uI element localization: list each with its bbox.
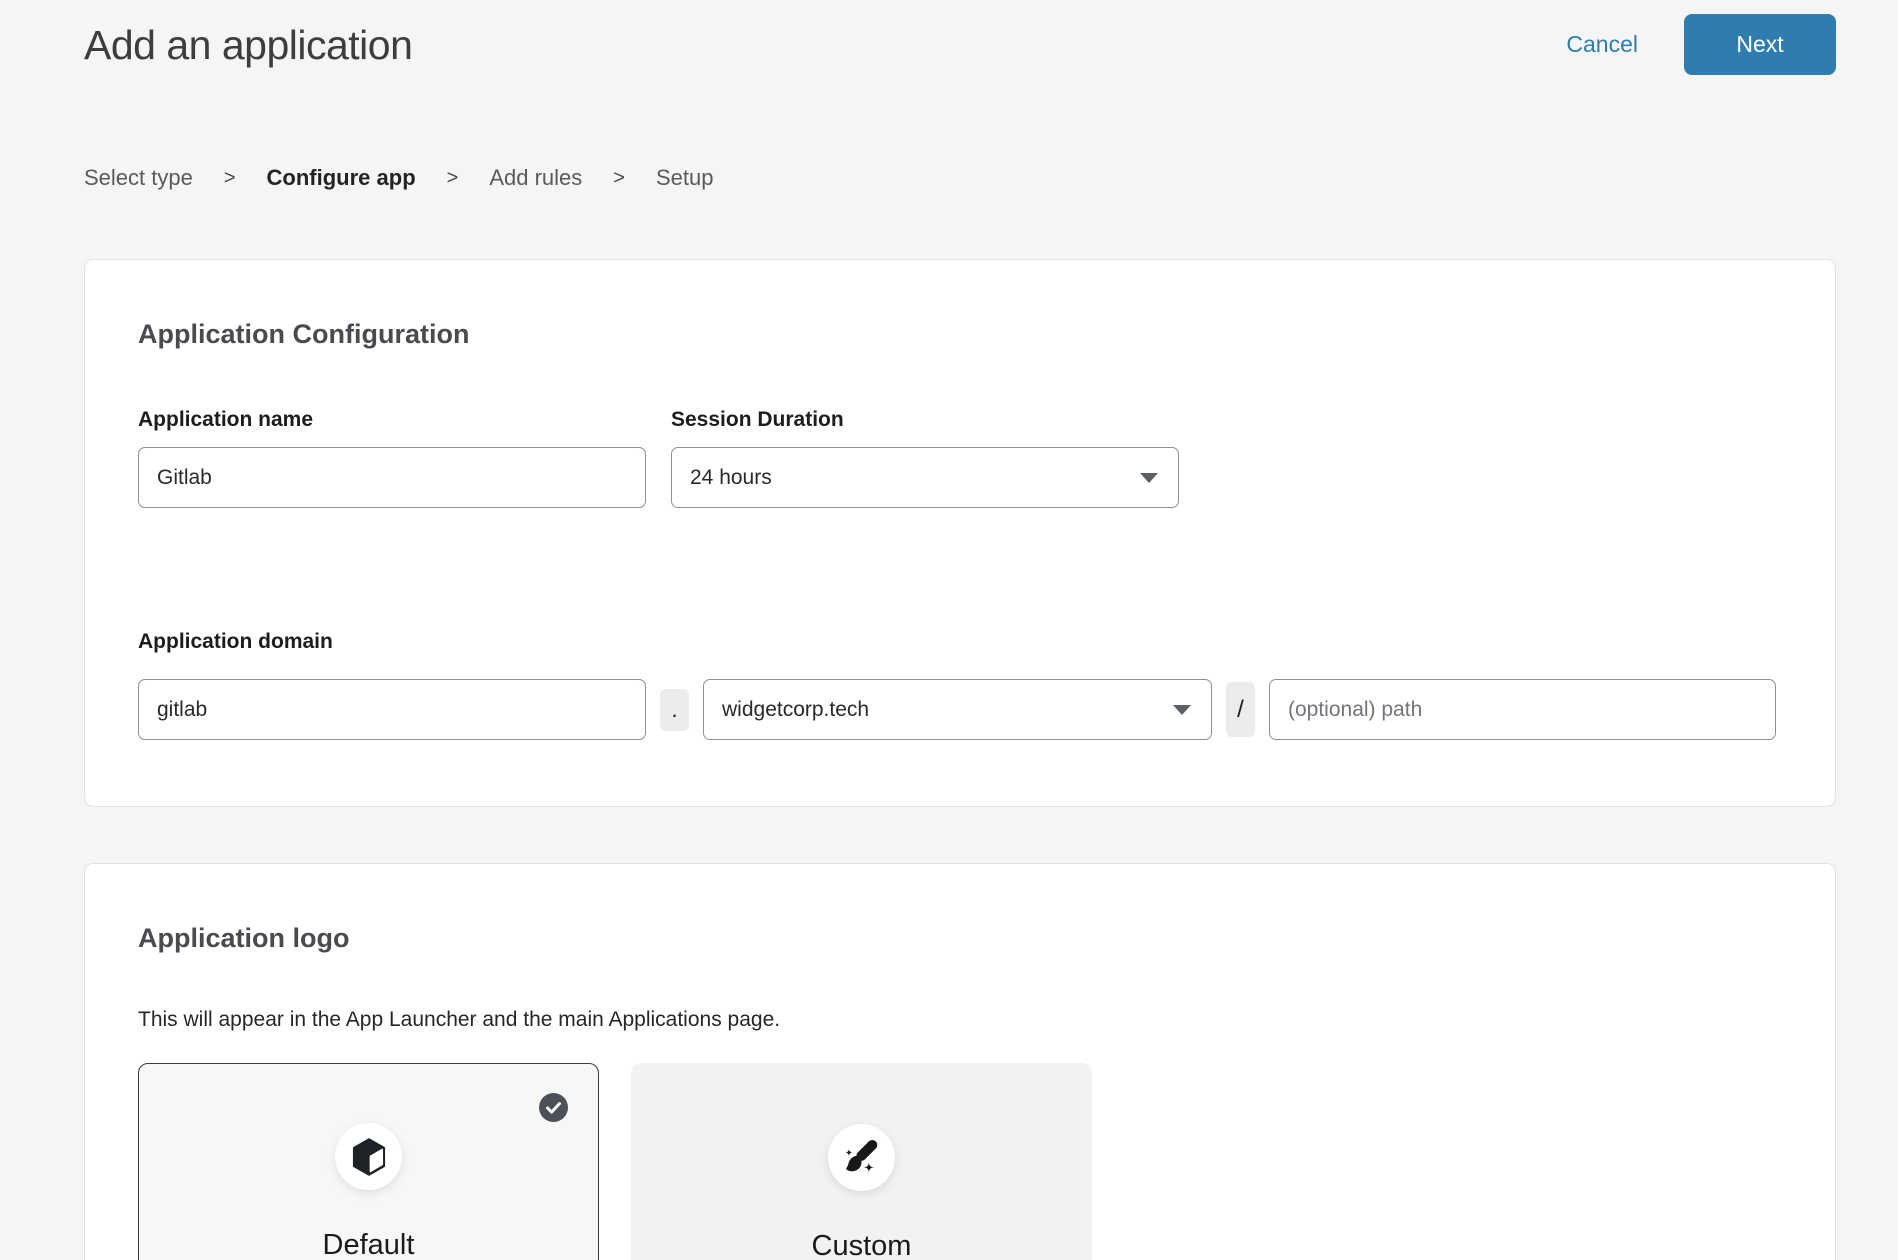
check-circle-icon — [539, 1093, 568, 1122]
cancel-button[interactable]: Cancel — [1566, 31, 1638, 58]
add-application-page: Add an application Cancel Next Select ty… — [0, 0, 1898, 1260]
logo-option-default[interactable]: Default — [138, 1063, 599, 1260]
application-logo-heading: Application logo — [138, 921, 1779, 955]
logo-option-custom-label: Custom — [812, 1228, 912, 1260]
logo-option-default-label: Default — [323, 1227, 415, 1260]
name-duration-row: Application name Session Duration 24 hou… — [138, 407, 1779, 508]
slash-separator: / — [1226, 682, 1255, 737]
application-logo-card: Application logo This will appear in the… — [84, 863, 1836, 1260]
application-name-field-group: Application name — [138, 407, 646, 508]
breadcrumb-separator: > — [613, 167, 625, 190]
paintbrush-icon — [840, 1136, 884, 1180]
custom-logo-circle — [828, 1124, 895, 1191]
application-configuration-heading: Application Configuration — [138, 317, 1779, 351]
subdomain-input[interactable] — [138, 679, 646, 740]
cube-icon — [348, 1136, 390, 1178]
logo-option-custom[interactable]: Custom — [631, 1063, 1092, 1260]
dot-separator: . — [660, 689, 689, 731]
header-actions: Cancel Next — [1566, 14, 1836, 75]
session-duration-value: 24 hours — [690, 466, 772, 490]
breadcrumb-step-setup[interactable]: Setup — [656, 165, 714, 191]
application-name-label: Application name — [138, 407, 646, 433]
breadcrumb-separator: > — [224, 167, 236, 190]
page-title: Add an application — [84, 16, 412, 74]
session-duration-select[interactable]: 24 hours — [671, 447, 1179, 508]
breadcrumb-step-select-type[interactable]: Select type — [84, 165, 193, 191]
chevron-down-icon — [1140, 473, 1158, 483]
domain-select[interactable]: widgetcorp.tech — [703, 679, 1212, 740]
application-domain-row: . widgetcorp.tech / — [138, 679, 1779, 740]
application-name-input[interactable] — [138, 447, 646, 508]
path-input[interactable] — [1269, 679, 1776, 740]
breadcrumb-step-add-rules[interactable]: Add rules — [489, 165, 582, 191]
session-duration-field-group: Session Duration 24 hours — [671, 407, 1179, 508]
page-header: Add an application Cancel Next — [84, 14, 1836, 75]
next-button[interactable]: Next — [1684, 14, 1836, 75]
session-duration-label: Session Duration — [671, 407, 1179, 433]
domain-select-value: widgetcorp.tech — [722, 698, 869, 722]
default-logo-circle — [335, 1123, 402, 1190]
application-domain-label: Application domain — [138, 629, 1779, 655]
chevron-down-icon — [1173, 705, 1191, 715]
logo-options: Default Custom — [138, 1063, 1779, 1260]
application-logo-description: This will appear in the App Launcher and… — [138, 1007, 1779, 1033]
breadcrumb: Select type > Configure app > Add rules … — [84, 165, 1836, 191]
application-configuration-card: Application Configuration Application na… — [84, 259, 1836, 807]
breadcrumb-step-configure-app[interactable]: Configure app — [267, 165, 416, 191]
breadcrumb-separator: > — [447, 167, 459, 190]
